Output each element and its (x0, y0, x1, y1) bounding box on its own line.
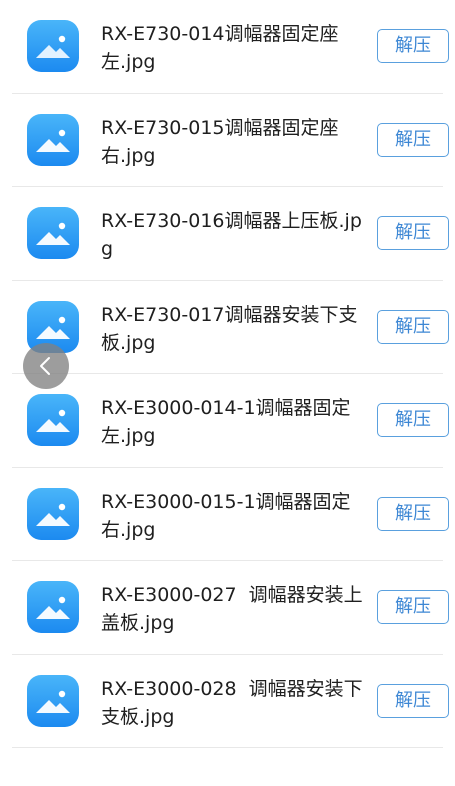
divider (12, 747, 443, 748)
image-file-icon (27, 20, 79, 72)
list-item[interactable]: RX-E730-016调幅器上压板.jpg 解压 (0, 187, 455, 281)
unzip-button[interactable]: 解压 (377, 590, 449, 624)
unzip-button[interactable]: 解压 (377, 309, 449, 344)
unzip-button[interactable]: 解压 (377, 496, 449, 531)
list-item[interactable]: RX-E3000-028 调幅器安装下支板.jpg 解压 (0, 655, 455, 748)
file-name: RX-E3000-027 调幅器安装上盖板.jpg (101, 584, 363, 634)
list-item[interactable]: RX-E3000-015-1调幅器固定右.jpg 解压 (0, 468, 455, 561)
list-item[interactable]: RX-E3000-027 调幅器安装上盖板.jpg 解压 (0, 561, 455, 655)
image-file-icon (27, 487, 79, 540)
archive-file-list-page: RX-E730-014调幅器固定座左.jpg 解压 RX-E730-015调幅器… (0, 0, 455, 786)
file-name: RX-E730-016调幅器上压板.jpg (101, 210, 362, 260)
file-name: RX-E3000-015-1调幅器固定右.jpg (101, 490, 351, 541)
image-file-icon (27, 113, 79, 166)
unzip-button[interactable]: 解压 (377, 216, 449, 250)
unzip-button[interactable]: 解压 (377, 29, 449, 63)
file-name: RX-E3000-014-1调幅器固定左.jpg (101, 397, 351, 447)
file-name: RX-E730-017调幅器安装下支板.jpg (101, 303, 358, 354)
unzip-button[interactable]: 解压 (377, 122, 449, 157)
image-file-icon (27, 581, 79, 633)
unzip-button[interactable]: 解压 (377, 403, 449, 437)
image-file-icon (27, 207, 79, 259)
file-name: RX-E730-015调幅器固定座右.jpg (101, 116, 339, 167)
chevron-left-icon (40, 357, 50, 375)
unzip-button[interactable]: 解压 (377, 683, 449, 718)
floating-back-button[interactable] (23, 343, 69, 389)
image-file-icon (27, 394, 79, 446)
image-file-icon (27, 674, 79, 727)
list-item[interactable]: RX-E730-014调幅器固定座左.jpg 解压 (0, 0, 455, 94)
file-name: RX-E730-014调幅器固定座左.jpg (101, 23, 339, 73)
file-name: RX-E3000-028 调幅器安装下支板.jpg (101, 677, 363, 728)
list-item[interactable]: RX-E730-015调幅器固定座右.jpg 解压 (0, 94, 455, 187)
